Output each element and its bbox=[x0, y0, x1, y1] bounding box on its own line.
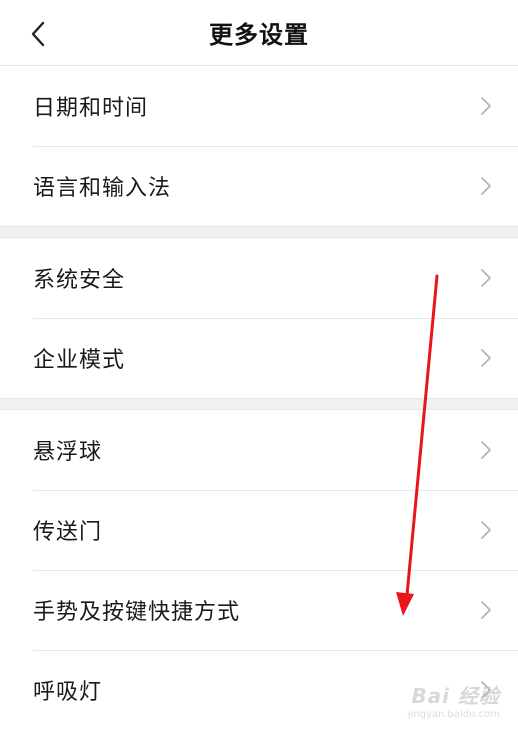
row-system-security[interactable]: 系统安全 bbox=[0, 238, 518, 318]
watermark-logo: Bai 经验 bbox=[411, 684, 500, 708]
group-separator bbox=[0, 398, 518, 410]
settings-group-1: 日期和时间 语言和输入法 bbox=[0, 66, 518, 226]
watermark-url: jingyan.baidu.com bbox=[407, 709, 500, 720]
row-date-time[interactable]: 日期和时间 bbox=[0, 66, 518, 146]
top-bar: 更多设置 bbox=[0, 0, 518, 66]
row-label: 企业模式 bbox=[33, 348, 126, 373]
chevron-right-icon bbox=[481, 521, 491, 539]
row-language-input[interactable]: 语言和输入法 bbox=[0, 146, 518, 226]
chevron-left-icon bbox=[31, 21, 45, 47]
chevron-right-icon bbox=[481, 349, 491, 367]
row-label: 语言和输入法 bbox=[33, 176, 172, 201]
row-portal[interactable]: 传送门 bbox=[0, 490, 518, 570]
watermark: Bai 经验 jingyan.baidu.com bbox=[408, 680, 500, 720]
page-title: 更多设置 bbox=[209, 21, 309, 49]
row-label: 悬浮球 bbox=[33, 440, 103, 465]
row-enterprise-mode[interactable]: 企业模式 bbox=[0, 318, 518, 398]
chevron-right-icon bbox=[481, 269, 491, 287]
more-settings-screen: 更多设置 日期和时间 语言和输入法 系统安全 企业模式 悬浮球 传送门 手势及按… bbox=[0, 0, 518, 730]
back-button[interactable] bbox=[18, 14, 58, 54]
row-label: 呼吸灯 bbox=[33, 680, 103, 705]
row-label: 日期和时间 bbox=[33, 96, 149, 121]
chevron-right-icon bbox=[481, 177, 491, 195]
group-separator bbox=[0, 226, 518, 238]
row-gesture-shortcuts[interactable]: 手势及按键快捷方式 bbox=[0, 570, 518, 650]
row-floating-ball[interactable]: 悬浮球 bbox=[0, 410, 518, 490]
settings-group-2: 系统安全 企业模式 bbox=[0, 238, 518, 398]
chevron-right-icon bbox=[481, 97, 491, 115]
row-label: 手势及按键快捷方式 bbox=[33, 600, 241, 625]
chevron-right-icon bbox=[481, 601, 491, 619]
row-label: 传送门 bbox=[33, 520, 103, 545]
row-label: 系统安全 bbox=[33, 268, 126, 293]
chevron-right-icon bbox=[481, 441, 491, 459]
